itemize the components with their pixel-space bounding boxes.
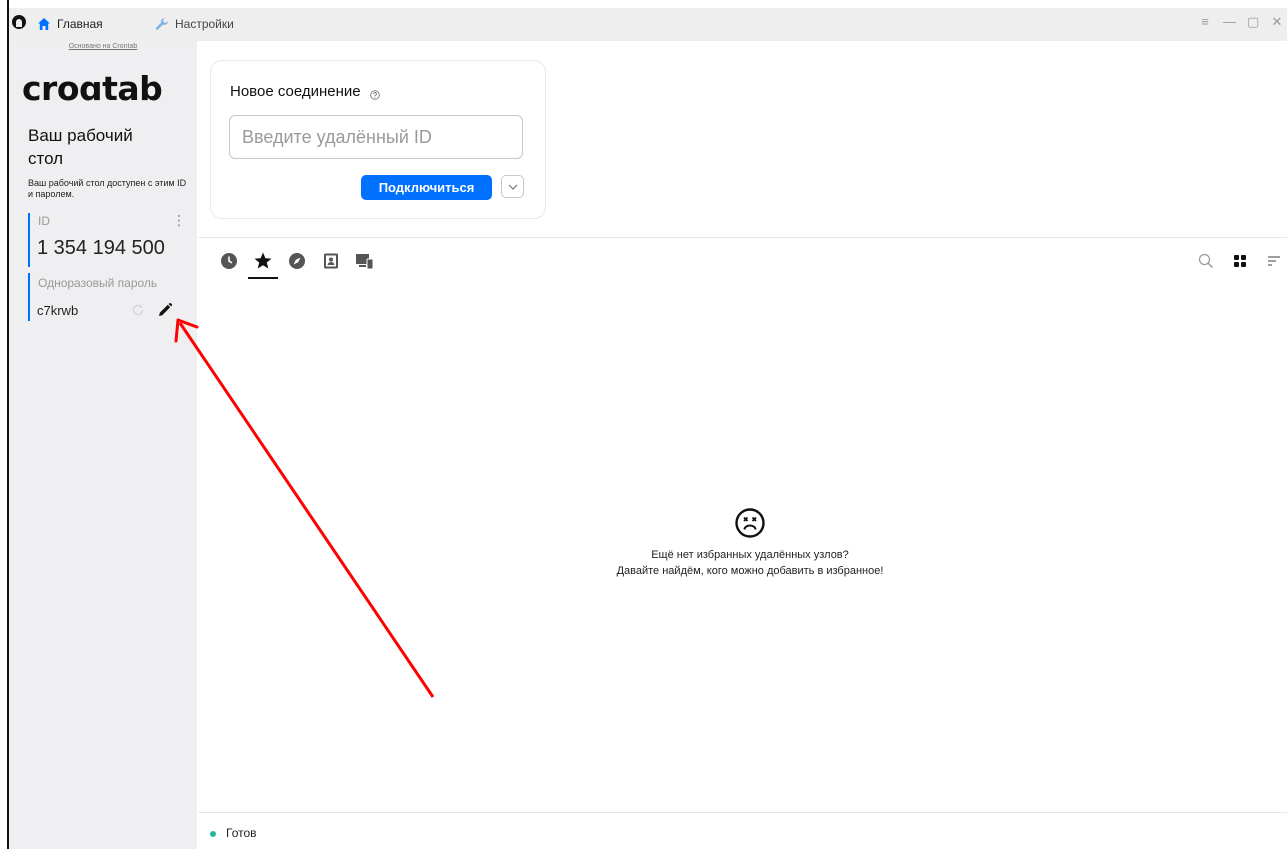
brand-logo: croɑtab bbox=[22, 69, 163, 108]
minimize-icon[interactable]: — bbox=[1223, 14, 1236, 30]
sort-button[interactable] bbox=[1265, 252, 1283, 270]
pencil-icon[interactable] bbox=[157, 302, 173, 318]
new-connection-title-text: Новое соединение bbox=[230, 83, 361, 100]
tab-address-book[interactable] bbox=[321, 251, 341, 271]
tab-settings[interactable]: Настройки bbox=[155, 12, 234, 36]
help-icon[interactable] bbox=[370, 87, 380, 100]
sidebar: Основано на Crontab croɑtab Ваш рабочий … bbox=[9, 41, 197, 849]
sad-face-icon bbox=[735, 508, 765, 538]
tab-settings-label: Настройки bbox=[175, 17, 234, 31]
view-tools bbox=[1197, 252, 1283, 270]
sidebar-description: Ваш рабочий стол доступен с этим ID и па… bbox=[28, 178, 187, 199]
empty-favorites-state: Ещё нет избранных удалённых узлов? Давай… bbox=[540, 507, 960, 579]
search-button[interactable] bbox=[1197, 252, 1215, 270]
tab-discovered[interactable] bbox=[287, 251, 307, 271]
chevron-down-icon bbox=[508, 184, 517, 190]
remote-id-input[interactable] bbox=[229, 115, 523, 159]
new-connection-card: Новое соединение Подключиться bbox=[210, 60, 546, 219]
refresh-icon[interactable] bbox=[131, 303, 145, 317]
wrench-icon bbox=[155, 17, 169, 31]
status-bar: Готов bbox=[198, 812, 1287, 850]
window-top-border bbox=[0, 0, 1287, 8]
close-icon[interactable]: ✕ bbox=[1271, 14, 1283, 30]
tab-favorites[interactable] bbox=[248, 251, 278, 279]
sidebar-title: Ваш рабочий стол bbox=[28, 126, 133, 168]
based-on-link[interactable]: Основано на Crontab bbox=[9, 43, 197, 50]
menu-icon[interactable]: ≡ bbox=[1199, 14, 1211, 30]
tab-home[interactable]: Главная bbox=[37, 12, 103, 36]
tab-home-label: Главная bbox=[57, 17, 103, 31]
clock-icon bbox=[221, 253, 237, 269]
id-block: ID ⋮ 1 354 194 500 bbox=[28, 213, 186, 267]
tab-recent[interactable] bbox=[219, 251, 239, 271]
section-divider bbox=[198, 237, 1287, 238]
compass-icon bbox=[289, 253, 305, 269]
status-indicator-icon bbox=[210, 831, 216, 837]
address-book-icon bbox=[324, 253, 338, 269]
password-block: Одноразовый пароль c7krwb bbox=[28, 273, 195, 321]
window-controls: ≡ — ▢ ✕ bbox=[1199, 14, 1283, 30]
devices-icon bbox=[356, 254, 374, 270]
grid-view-icon bbox=[1234, 255, 1246, 267]
connect-options-button[interactable] bbox=[501, 175, 524, 198]
home-icon bbox=[37, 17, 51, 31]
status-text: Готов bbox=[226, 826, 257, 840]
password-label: Одноразовый пароль bbox=[38, 276, 158, 290]
sort-icon bbox=[1268, 256, 1280, 266]
password-value[interactable]: c7krwb bbox=[37, 303, 78, 318]
empty-state-line-2: Давайте найдём, кого можно добавить в из… bbox=[616, 565, 884, 577]
maximize-icon[interactable]: ▢ bbox=[1247, 14, 1259, 30]
new-connection-title: Новое соединение bbox=[230, 83, 380, 100]
more-vertical-icon[interactable]: ⋮ bbox=[172, 213, 186, 227]
id-label: ID bbox=[38, 214, 50, 228]
grid-view-button[interactable] bbox=[1231, 252, 1249, 270]
peer-tabs bbox=[219, 251, 375, 279]
search-icon bbox=[1198, 253, 1213, 268]
tab-devices[interactable] bbox=[355, 251, 375, 271]
connect-button[interactable]: Подключиться bbox=[361, 175, 492, 200]
empty-state-line-1: Ещё нет избранных удалённых узлов? bbox=[651, 549, 849, 561]
app-logo-icon[interactable] bbox=[12, 15, 26, 29]
star-icon bbox=[254, 252, 272, 269]
title-bar: Главная Настройки ≡ — ▢ ✕ bbox=[9, 8, 1287, 41]
id-value[interactable]: 1 354 194 500 bbox=[37, 237, 165, 260]
